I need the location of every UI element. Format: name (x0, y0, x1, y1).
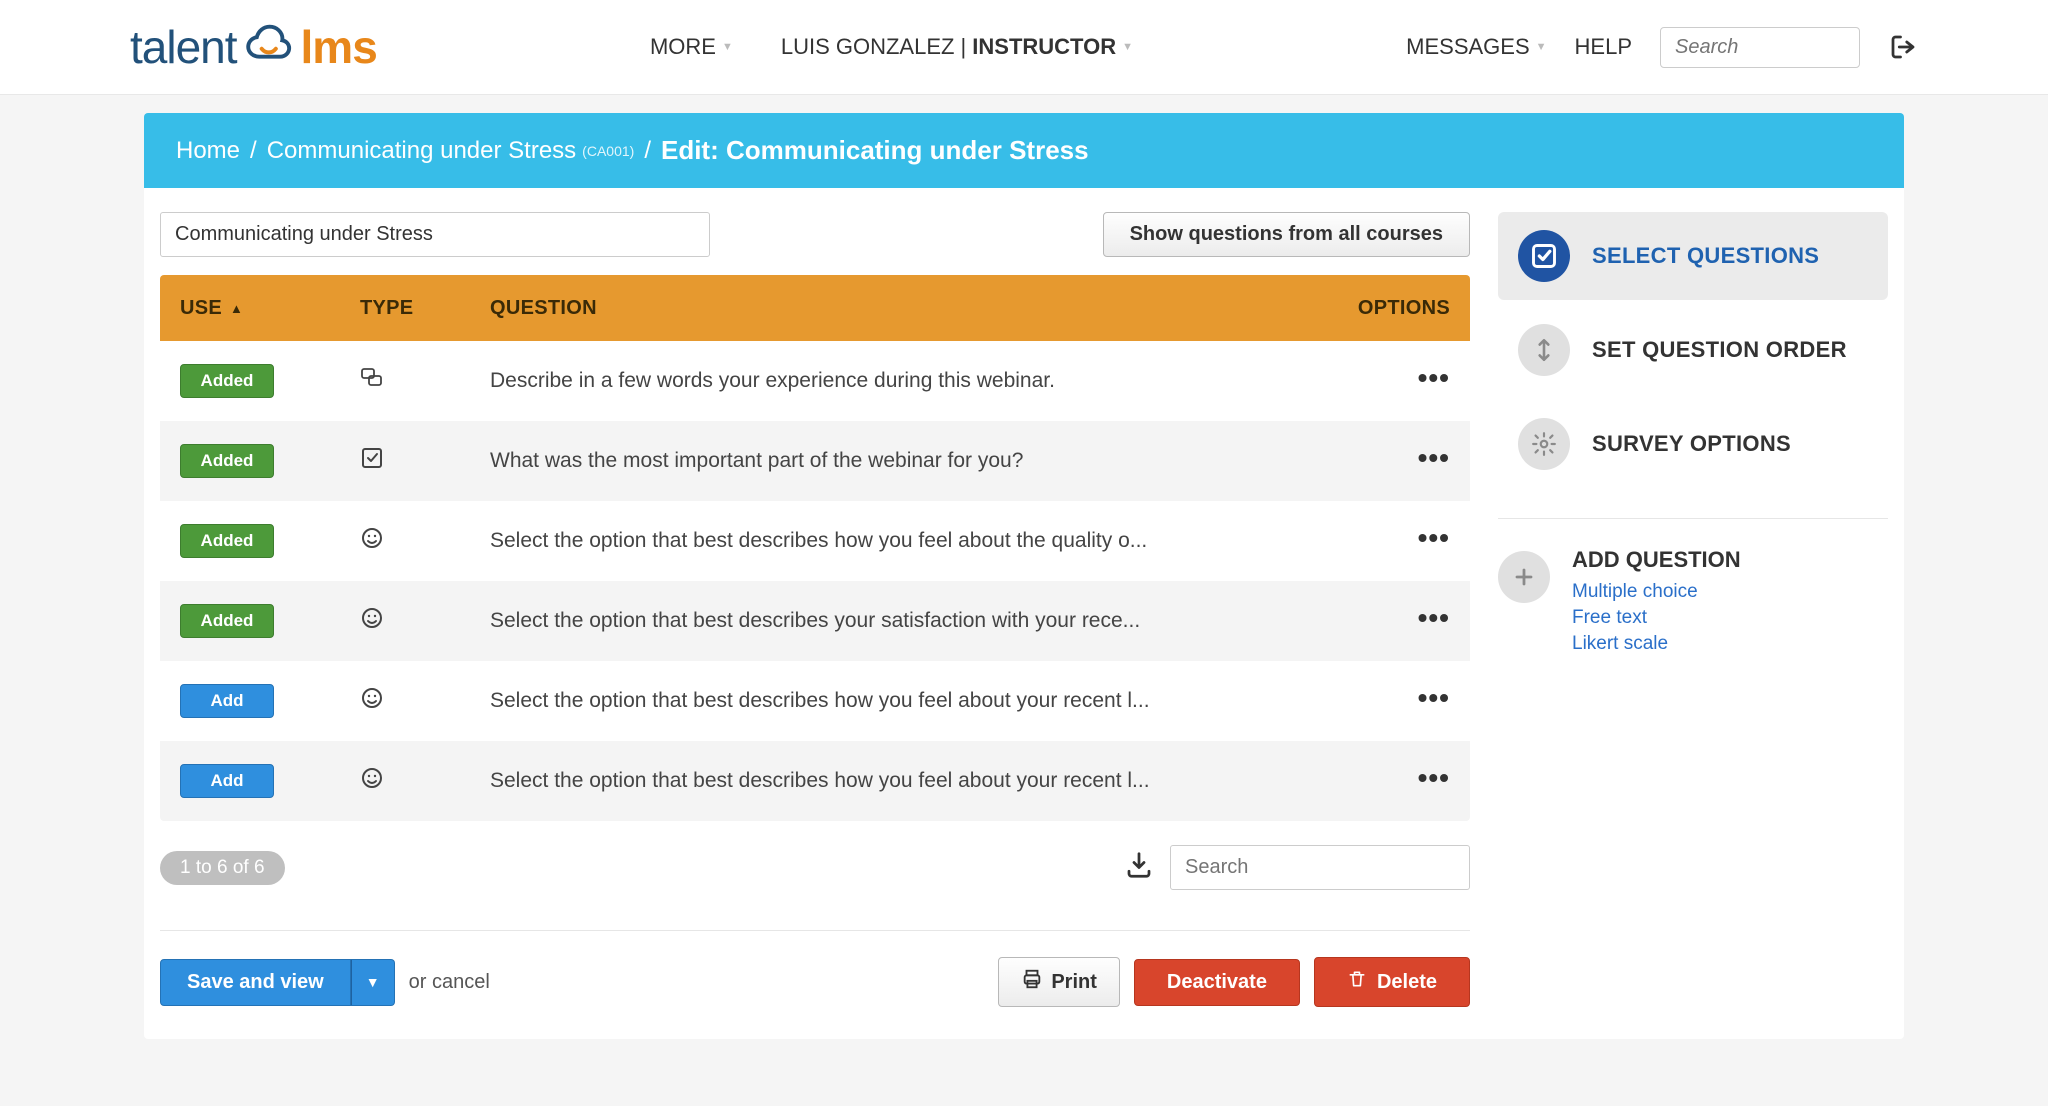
question-text[interactable]: Describe in a few words your experience … (490, 369, 1055, 392)
side-add-question: ADD QUESTION Multiple choice Free text L… (1498, 547, 1888, 659)
add-likert-scale-link[interactable]: Likert scale (1572, 633, 1741, 655)
add-question-title: ADD QUESTION (1572, 547, 1741, 573)
breadcrumb-home[interactable]: Home (176, 137, 240, 165)
main-column: Show questions from all courses USE ▲ TY… (160, 212, 1470, 1007)
deactivate-button[interactable]: Deactivate (1134, 959, 1300, 1006)
search-input[interactable] (1660, 27, 1860, 68)
add-multiple-choice-link[interactable]: Multiple choice (1572, 581, 1741, 603)
action-bar: Save and view ▼ or cancel Print Deactiva… (160, 957, 1470, 1007)
plus-icon (1498, 551, 1550, 603)
chevron-down-icon: ▼ (1122, 41, 1133, 53)
nav-user-role[interactable]: LUIS GONZALEZ | INSTRUCTOR ▼ (781, 34, 1133, 60)
logout-icon[interactable] (1888, 32, 1918, 62)
chevron-down-icon: ▼ (1536, 41, 1547, 53)
col-type-header[interactable]: TYPE (360, 297, 490, 320)
question-type-icon (360, 372, 384, 395)
question-type-icon (360, 692, 384, 715)
sort-asc-icon: ▲ (230, 301, 243, 316)
nav-help[interactable]: HELP (1575, 34, 1632, 60)
print-icon (1021, 968, 1043, 996)
breadcrumb: Home / Communicating under Stress (CA001… (144, 113, 1904, 188)
logo[interactable]: talent lms (130, 20, 377, 75)
right-nav: MESSAGES ▼ HELP (1406, 27, 1918, 68)
row-options-button[interactable]: ••• (1418, 762, 1450, 793)
gear-icon (1518, 418, 1570, 470)
table-row: Added What was the most important part of… (160, 421, 1470, 501)
logo-text-left: talent (130, 20, 237, 74)
use-badge[interactable]: Added (180, 604, 274, 638)
divider (160, 930, 1470, 931)
row-options-button[interactable]: ••• (1418, 522, 1450, 553)
use-badge[interactable]: Added (180, 364, 274, 398)
questions-table: USE ▲ TYPE QUESTION OPTIONS Added Describ… (160, 275, 1470, 821)
side-column: SELECT QUESTIONS SET QUESTION ORDER SURV… (1498, 212, 1888, 1007)
table-row: Added Select the option that best describ… (160, 581, 1470, 661)
row-options-button[interactable]: ••• (1418, 602, 1450, 633)
or-cancel: or cancel (409, 971, 490, 994)
table-row: Added Describe in a few words your experi… (160, 341, 1470, 421)
pagination-info: 1 to 6 of 6 (160, 851, 285, 885)
row-options-button[interactable]: ••• (1418, 442, 1450, 473)
col-question-header[interactable]: QUESTION (490, 297, 1340, 320)
checkbox-icon (1518, 230, 1570, 282)
page-title: Edit: Communicating under Stress (661, 135, 1089, 166)
reorder-icon (1518, 324, 1570, 376)
print-button[interactable]: Print (998, 957, 1120, 1007)
show-all-courses-button[interactable]: Show questions from all courses (1103, 212, 1470, 257)
table-search-input[interactable] (1170, 845, 1470, 890)
question-text[interactable]: What was the most important part of the … (490, 449, 1023, 472)
use-badge[interactable]: Added (180, 524, 274, 558)
use-badge[interactable]: Add (180, 684, 274, 718)
cloud-icon (241, 20, 297, 75)
question-type-icon (360, 612, 384, 635)
col-options-header: OPTIONS (1340, 297, 1450, 320)
table-header: USE ▲ TYPE QUESTION OPTIONS (160, 275, 1470, 341)
use-badge[interactable]: Add (180, 764, 274, 798)
delete-button[interactable]: Delete (1314, 957, 1470, 1007)
row-options-button[interactable]: ••• (1418, 682, 1450, 713)
top-header: talent lms MORE ▼ LUIS GONZALEZ | INSTRU… (0, 0, 2048, 95)
save-button[interactable]: Save and view (160, 959, 351, 1006)
col-use-header[interactable]: USE ▲ (180, 297, 360, 320)
question-type-icon (360, 772, 384, 795)
question-text[interactable]: Select the option that best describes ho… (490, 689, 1150, 712)
nav-more[interactable]: MORE ▼ (650, 34, 733, 60)
table-row: Add Select the option that best describes… (160, 661, 1470, 741)
question-type-icon (360, 452, 384, 475)
use-badge[interactable]: Added (180, 444, 274, 478)
breadcrumb-code: (CA001) (582, 143, 634, 159)
cancel-link[interactable]: cancel (432, 971, 490, 993)
add-free-text-link[interactable]: Free text (1572, 607, 1741, 629)
download-icon[interactable] (1124, 850, 1154, 886)
main-nav: MORE ▼ LUIS GONZALEZ | INSTRUCTOR ▼ (377, 34, 1406, 60)
question-text[interactable]: Select the option that best describes ho… (490, 529, 1147, 552)
row-options-button[interactable]: ••• (1418, 362, 1450, 393)
question-type-icon (360, 532, 384, 555)
nav-messages[interactable]: MESSAGES ▼ (1406, 34, 1546, 60)
table-row: Added Select the option that best describ… (160, 501, 1470, 581)
save-dropdown-button[interactable]: ▼ (351, 959, 395, 1006)
chevron-down-icon: ▼ (722, 41, 733, 53)
page-container: Home / Communicating under Stress (CA001… (144, 113, 1904, 1039)
side-set-order[interactable]: SET QUESTION ORDER (1498, 306, 1888, 394)
table-row: Add Select the option that best describes… (160, 741, 1470, 821)
logo-text-right: lms (301, 20, 377, 74)
question-text[interactable]: Select the option that best describes ho… (490, 769, 1150, 792)
question-text[interactable]: Select the option that best describes yo… (490, 609, 1140, 632)
trash-icon (1347, 969, 1367, 995)
breadcrumb-course[interactable]: Communicating under Stress (267, 137, 576, 165)
course-name-input[interactable] (160, 212, 710, 257)
side-select-questions[interactable]: SELECT QUESTIONS (1498, 212, 1888, 300)
side-survey-options[interactable]: SURVEY OPTIONS (1498, 400, 1888, 488)
